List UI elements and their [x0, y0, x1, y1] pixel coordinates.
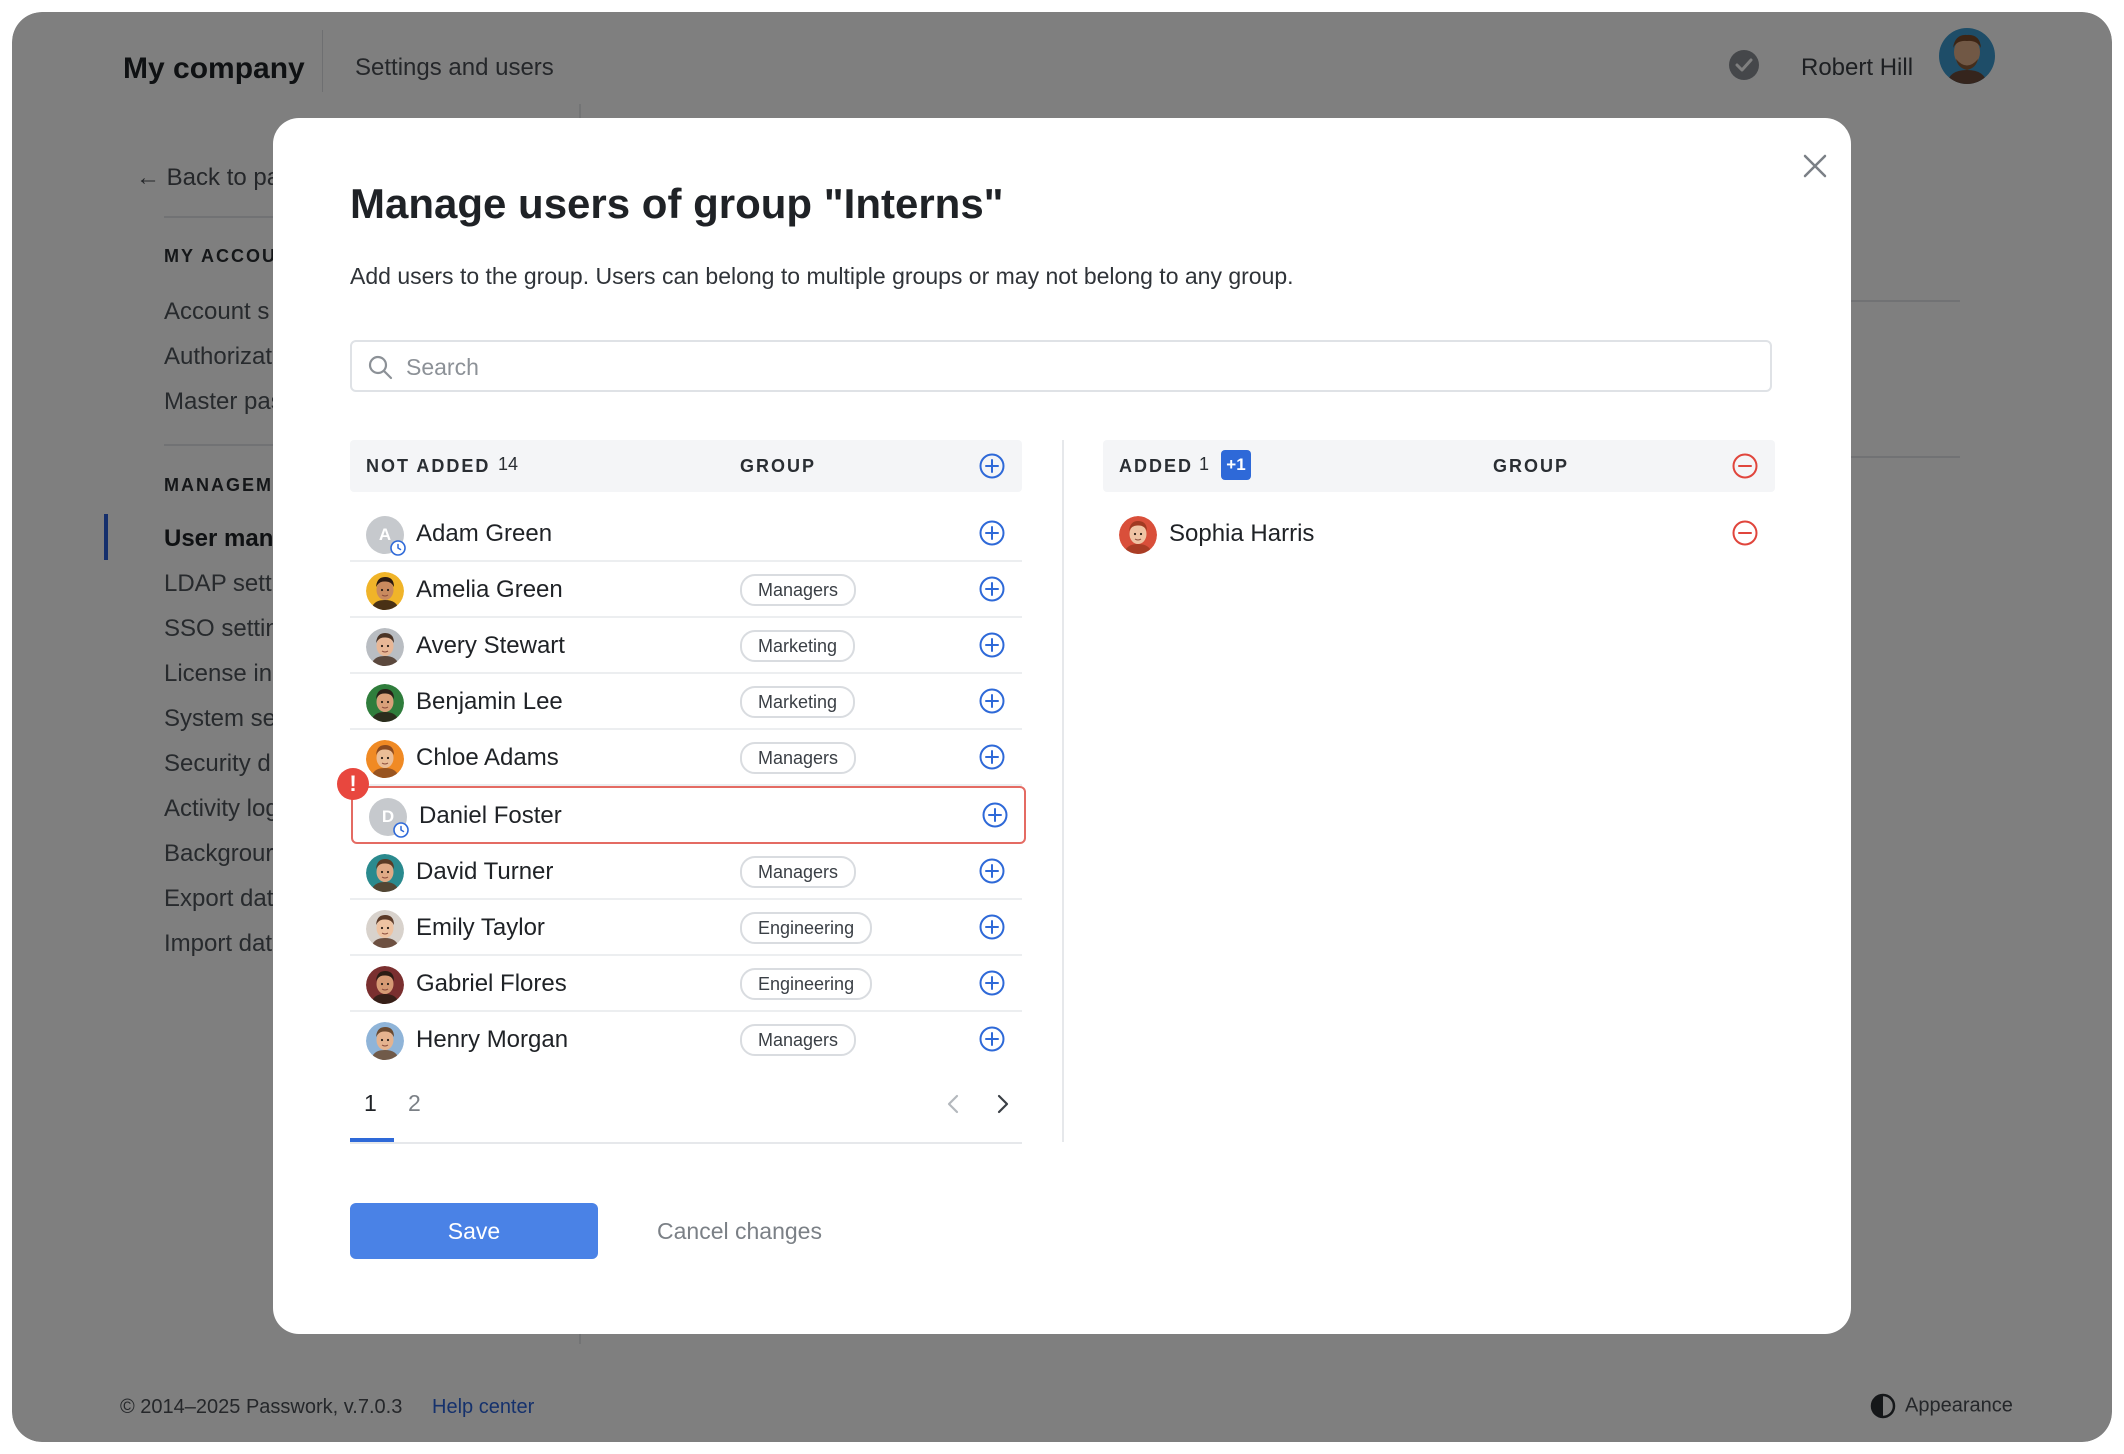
user-avatar [366, 572, 404, 610]
user-name: Adam Green [416, 520, 553, 547]
user-avatar: A [366, 516, 406, 556]
group-tag: Managers [740, 1024, 857, 1056]
user-avatar [366, 628, 404, 666]
group-column-header: GROUP [740, 456, 817, 476]
user-name: Daniel Foster [419, 802, 562, 829]
dialog-title: Manage users of group "Interns" [350, 180, 1004, 227]
added-user-row[interactable]: Sophia Harris [1103, 506, 1775, 560]
pending-clock-icon [390, 540, 406, 556]
add-user-icon[interactable] [981, 801, 1009, 829]
group-tag: Managers [740, 574, 857, 606]
add-user-icon[interactable] [978, 631, 1006, 659]
group-tag: Marketing [740, 686, 856, 718]
group-tag: Managers [740, 856, 857, 888]
user-name: Sophia Harris [1169, 520, 1315, 547]
manage-users-dialog: Manage users of group "Interns" Add user… [273, 118, 1851, 1334]
user-name: Henry Morgan [416, 1026, 569, 1053]
group-column-header: GROUP [1493, 456, 1570, 476]
pending-clock-icon [393, 822, 409, 838]
user-avatar [366, 966, 404, 1004]
add-all-icon[interactable] [978, 452, 1006, 480]
user-row[interactable]: Chloe Adams Managers [350, 730, 1022, 786]
user-name: David Turner [416, 858, 554, 885]
add-user-icon[interactable] [978, 969, 1006, 997]
not-added-count: 14 [498, 454, 519, 474]
add-user-icon[interactable] [978, 743, 1006, 771]
error-icon: ! [337, 768, 369, 800]
added-header: ADDED 1 +1 GROUP [1103, 440, 1775, 492]
added-count: 1 [1199, 454, 1210, 474]
user-avatar [366, 910, 404, 948]
user-row[interactable]: Amelia Green Managers [350, 562, 1022, 618]
user-row[interactable]: Emily Taylor Engineering [350, 900, 1022, 956]
save-button[interactable]: Save [350, 1203, 598, 1259]
user-row[interactable]: David Turner Managers [350, 844, 1022, 900]
search-input[interactable] [404, 348, 1748, 386]
add-user-icon[interactable] [978, 687, 1006, 715]
user-avatar [366, 684, 404, 722]
close-icon[interactable] [1793, 144, 1837, 188]
search-icon [368, 355, 393, 380]
user-avatar [366, 854, 404, 892]
dialog-description: Add users to the group. Users can belong… [350, 263, 1294, 289]
user-avatar [366, 740, 404, 778]
add-user-icon[interactable] [978, 575, 1006, 603]
add-user-icon[interactable] [978, 1025, 1006, 1053]
added-change-badge: +1 [1221, 450, 1251, 480]
chevron-left-icon[interactable] [942, 1092, 966, 1116]
user-row[interactable]: A Adam Green [350, 506, 1022, 562]
added-list: Sophia Harris [1103, 506, 1775, 560]
added-panel: ADDED 1 +1 GROUP Sophia Harris [1103, 440, 1775, 560]
user-row[interactable]: ! D Daniel Foster [337, 768, 1026, 844]
pagination: 1 2 [350, 1076, 1022, 1144]
page-2[interactable]: 2 [408, 1090, 421, 1117]
user-name: Amelia Green [416, 576, 563, 603]
user-avatar [366, 1022, 404, 1060]
user-row[interactable]: Benjamin Lee Marketing [350, 674, 1022, 730]
user-avatar: D [369, 798, 409, 838]
add-user-icon[interactable] [978, 913, 1006, 941]
user-name: Gabriel Flores [416, 970, 567, 997]
group-tag: Engineering [740, 912, 873, 944]
user-row[interactable]: Henry Morgan Managers [350, 1012, 1022, 1066]
current-page-indicator [350, 1138, 394, 1142]
not-added-label: NOT ADDED [366, 456, 491, 476]
user-name: Chloe Adams [416, 744, 559, 771]
page-1[interactable]: 1 [364, 1090, 377, 1117]
group-tag: Engineering [740, 968, 873, 1000]
chevron-right-icon[interactable] [990, 1092, 1014, 1116]
add-user-icon[interactable] [978, 519, 1006, 547]
group-tag: Marketing [740, 630, 856, 662]
remove-user-icon[interactable] [1731, 519, 1759, 547]
cancel-changes-button[interactable]: Cancel changes [643, 1203, 836, 1259]
not-added-panel: NOT ADDED 14 GROUP A Adam Green Amelia Gre… [337, 440, 1026, 1066]
column-divider [1062, 440, 1064, 1142]
search-field[interactable] [350, 340, 1772, 392]
user-name: Emily Taylor [416, 914, 545, 941]
user-name: Benjamin Lee [416, 688, 563, 715]
remove-all-icon[interactable] [1731, 452, 1759, 480]
not-added-list: A Adam Green Amelia Green Managers Avery Ste… [337, 506, 1026, 1066]
add-user-icon[interactable] [978, 857, 1006, 885]
not-added-header: NOT ADDED 14 GROUP [350, 440, 1022, 492]
user-name: Avery Stewart [416, 632, 565, 659]
user-row[interactable]: Avery Stewart Marketing [350, 618, 1022, 674]
user-row[interactable]: Gabriel Flores Engineering [350, 956, 1022, 1012]
added-label: ADDED [1119, 456, 1194, 476]
group-tag: Managers [740, 742, 857, 774]
user-avatar [1119, 516, 1157, 554]
